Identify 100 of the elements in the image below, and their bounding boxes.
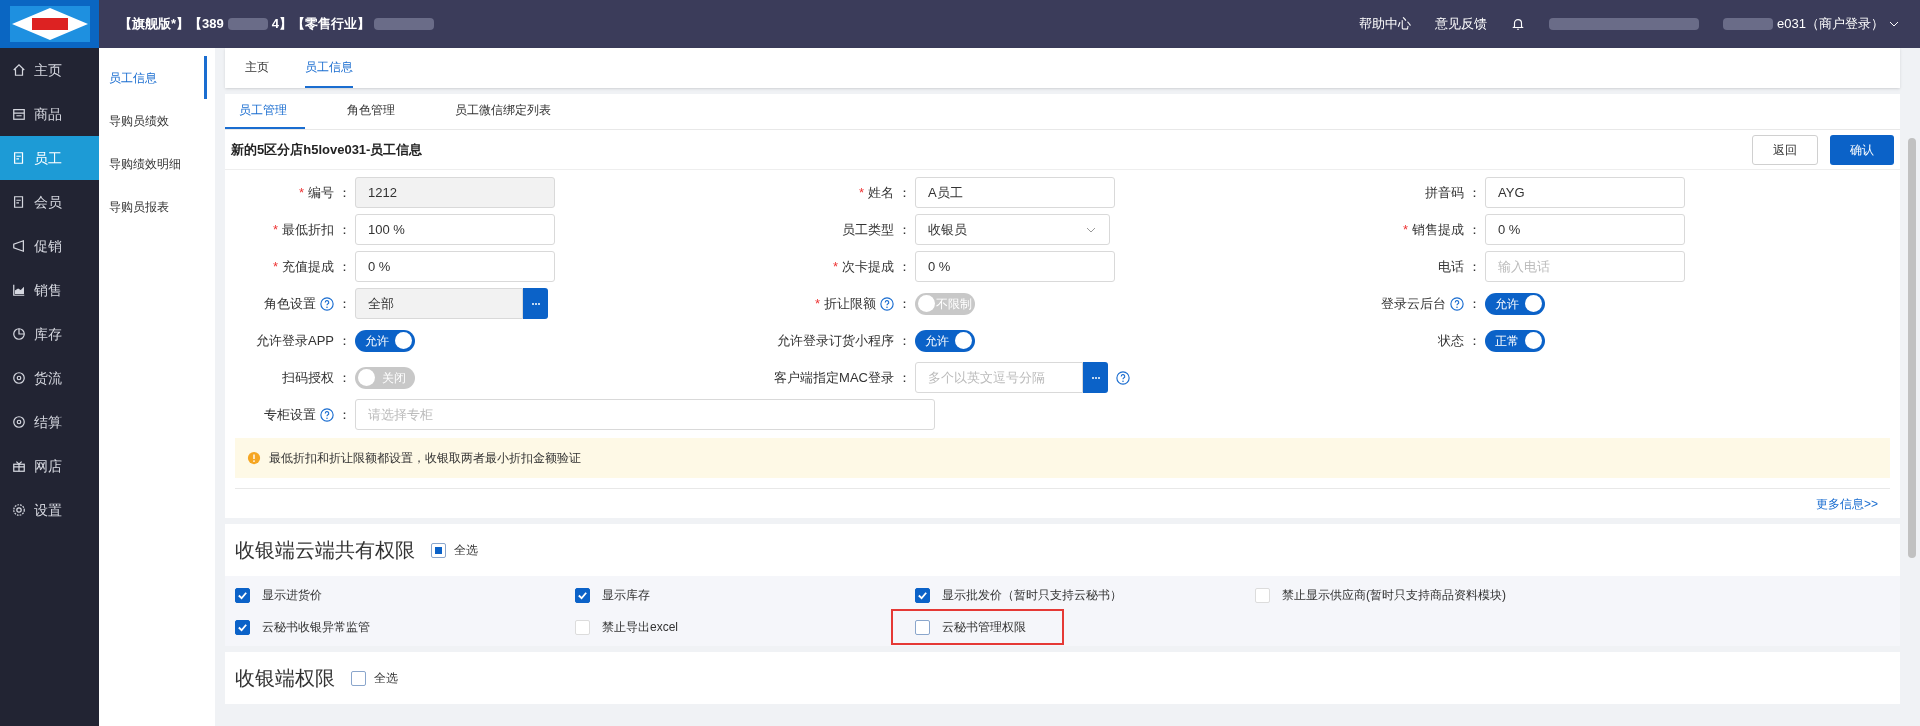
permission-label: 禁止导出excel <box>602 619 678 636</box>
sub-tab[interactable]: 角色管理 <box>333 93 413 129</box>
field-label: 销售提成 <box>1412 220 1464 239</box>
colon: ： <box>338 220 351 239</box>
edition-text: 【旗舰版*】【389 <box>119 15 224 34</box>
ellipsis-icon <box>530 301 541 306</box>
text-field[interactable]: AYG <box>1485 177 1685 208</box>
colon: ： <box>898 257 911 276</box>
nav-item[interactable]: 促销 <box>0 224 99 268</box>
field-label: 最低折扣 <box>282 220 334 239</box>
text-field[interactable]: 多个以英文逗号分隔 <box>915 362 1083 393</box>
area-chart-icon <box>12 283 26 297</box>
checkbox[interactable] <box>431 542 446 558</box>
section-title: 收银端云端共有权限 <box>235 538 415 563</box>
checkmark-icon <box>577 589 588 601</box>
submenu-item[interactable]: 员工信息 <box>99 56 207 99</box>
field-label: 次卡提成 <box>842 257 894 276</box>
info-icon <box>247 451 261 465</box>
text-field[interactable]: A员工 <box>915 177 1115 208</box>
toggle-switch[interactable]: 允许 <box>1485 292 1545 315</box>
page-tab[interactable]: 主页 <box>245 48 269 88</box>
target-icon <box>12 415 26 429</box>
blurred-text <box>1723 18 1774 30</box>
toggle-switch[interactable]: 正常 <box>1485 329 1545 352</box>
nav-item[interactable]: 会员 <box>0 180 99 224</box>
submenu-item[interactable]: 导购员报表 <box>99 185 207 228</box>
sub-tab[interactable]: 员工微信绑定列表 <box>441 93 565 129</box>
checkbox[interactable] <box>915 587 930 603</box>
colon: ： <box>1468 331 1481 350</box>
checkmark-icon <box>237 621 248 633</box>
nav-item[interactable]: 销售 <box>0 268 99 312</box>
field-label: 状态 <box>1438 331 1464 350</box>
select-all-label: 全选 <box>374 670 398 687</box>
field-label: 扫码授权 <box>282 368 334 387</box>
header-link[interactable]: 意见反馈 <box>1435 14 1488 34</box>
field-label: 登录云后台 <box>1381 294 1446 313</box>
required-mark: * <box>814 294 820 313</box>
select-field[interactable]: 收银员 <box>915 214 1110 245</box>
field-label: 允许登录订货小程序 <box>777 331 894 350</box>
colon: ： <box>1468 257 1481 276</box>
user-name[interactable]: e031（商户登录） <box>1777 14 1884 34</box>
field-label: 编号 <box>308 183 334 202</box>
back-button[interactable]: 返回 <box>1752 134 1818 165</box>
more-info-link[interactable]: 更多信息>> <box>1816 494 1878 513</box>
permission-label: 云秘书管理权限 <box>942 619 1026 636</box>
nav-item[interactable]: 设置 <box>0 488 99 532</box>
required-mark: * <box>832 257 838 276</box>
text-field[interactable]: 0 % <box>355 251 555 282</box>
permission-label: 禁止显示供应商(暂时只支持商品资料模块) <box>1282 587 1506 604</box>
colon: ： <box>898 220 911 239</box>
nav-item[interactable]: 网店 <box>0 444 99 488</box>
megaphone-icon <box>12 239 26 253</box>
submenu-item[interactable]: 导购绩效明细 <box>99 142 207 185</box>
checkbox[interactable] <box>915 619 930 635</box>
page-tab[interactable]: 员工信息 <box>305 48 353 88</box>
bell-icon[interactable] <box>1511 17 1526 31</box>
help-icon[interactable] <box>1116 370 1130 385</box>
submenu-item[interactable]: 导购员绩效 <box>99 99 207 142</box>
logo-icon[interactable] <box>9 6 90 42</box>
text-field[interactable]: 请选择专柜 <box>355 399 935 430</box>
required-mark: * <box>298 183 304 202</box>
target-icon <box>12 371 26 385</box>
colon: ： <box>338 294 351 313</box>
colon: ： <box>898 294 911 313</box>
checkmark-icon <box>237 589 248 601</box>
nav-item[interactable]: 主页 <box>0 48 99 92</box>
permission-label: 显示库存 <box>602 587 650 604</box>
id-card-icon <box>12 151 26 165</box>
industry-text: 4】【零售行业】 <box>271 15 370 34</box>
settings-icon <box>12 503 26 517</box>
notice-text: 最低折扣和折让限额都设置，收银取两者最小折扣金额验证 <box>269 450 581 467</box>
confirm-button[interactable]: 确认 <box>1830 134 1894 165</box>
field-label: 折让限额 <box>824 294 876 313</box>
gift-icon <box>12 459 26 473</box>
id-card-icon <box>12 195 26 209</box>
text-field[interactable]: 100 % <box>355 214 555 245</box>
sub-tab[interactable]: 员工管理 <box>225 93 305 129</box>
field-label: 专柜设置 <box>264 405 316 424</box>
help-icon[interactable] <box>320 407 334 422</box>
nav-item[interactable]: 库存 <box>0 312 99 356</box>
checkbox[interactable] <box>575 587 590 603</box>
pie-chart-icon <box>12 327 26 341</box>
field-label: 拼音码 <box>1425 183 1464 202</box>
checkbox[interactable] <box>235 619 250 635</box>
colon: ： <box>898 368 911 387</box>
section-title: 收银端权限 <box>235 666 335 691</box>
header-link[interactable]: 帮助中心 <box>1359 14 1412 34</box>
toggle-switch[interactable]: 允许 <box>915 329 975 352</box>
checkbox[interactable] <box>351 670 366 686</box>
help-icon[interactable] <box>1450 296 1464 311</box>
colon: ： <box>338 331 351 350</box>
help-icon[interactable] <box>880 296 894 311</box>
nav-item[interactable]: 结算 <box>0 400 99 444</box>
text-field[interactable]: 0 % <box>1485 214 1685 245</box>
text-field[interactable]: 0 % <box>915 251 1115 282</box>
nav-item[interactable]: 货流 <box>0 356 99 400</box>
checkbox[interactable] <box>235 587 250 603</box>
toggle-switch[interactable]: 允许 <box>355 329 415 352</box>
text-field[interactable]: 输入电话 <box>1485 251 1685 282</box>
nav-item[interactable]: 商品 <box>0 92 99 136</box>
